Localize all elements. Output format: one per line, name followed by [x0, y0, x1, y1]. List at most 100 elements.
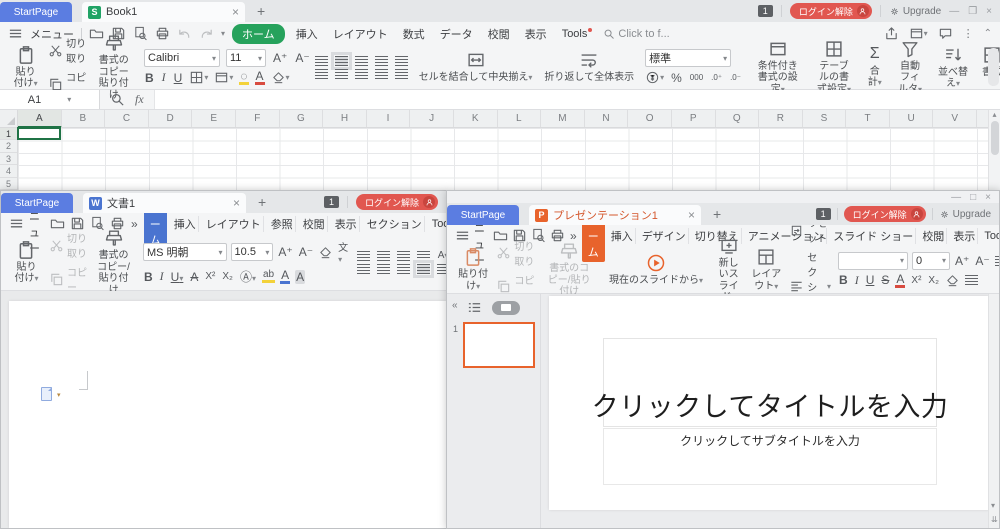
chevron-down-icon[interactable]: ▾ — [57, 391, 61, 399]
paste-button[interactable]: 貼り付け▾ — [454, 247, 492, 292]
increase-font-icon[interactable]: A⁺ — [954, 254, 970, 268]
font-size-select[interactable]: 11▾ — [226, 49, 266, 67]
font-family-select[interactable]: ▾ — [838, 252, 908, 270]
collapse-ribbon-icon[interactable]: ⌃ — [984, 28, 992, 39]
align-bottom-icon[interactable] — [355, 56, 368, 66]
pres-close-button[interactable]: × — [985, 192, 991, 203]
column-header[interactable]: Q — [716, 110, 760, 128]
pres-document-tab[interactable]: P プレゼンテーション1 × — [529, 205, 701, 225]
align-center-icon[interactable] — [377, 264, 390, 274]
writer-document-area[interactable]: ▾ — [1, 291, 446, 528]
chevron-down-icon[interactable]: ▾ — [221, 29, 225, 38]
increase-font-icon[interactable]: A⁺ — [272, 51, 288, 65]
font-family-select[interactable]: MS 明朝▾ — [143, 243, 227, 261]
pres-tab-view[interactable]: 表示 — [951, 228, 978, 244]
save-icon[interactable] — [70, 216, 85, 231]
borders-icon[interactable]: ▾ — [189, 70, 208, 85]
next-slide-icon[interactable]: ⇊ — [991, 515, 998, 524]
font-size-select[interactable]: 0▾ — [912, 252, 950, 270]
column-header[interactable]: L — [498, 110, 542, 128]
column-header[interactable]: I — [367, 110, 411, 128]
sheet-restore-button[interactable]: ❐ — [968, 6, 977, 17]
decrease-decimal-icon[interactable]: .0⁻ — [729, 73, 742, 82]
distribute-icon[interactable] — [395, 69, 408, 79]
pres-tab-slideshow[interactable]: スライド ショー — [831, 228, 916, 244]
pres-tab-insert[interactable]: 挿入 — [609, 228, 636, 244]
column-header[interactable]: G — [280, 110, 324, 128]
print-icon[interactable] — [155, 26, 170, 41]
copy-button[interactable]: コピー — [49, 264, 87, 294]
pres-upgrade-button[interactable]: Upgrade — [939, 209, 991, 220]
paste-button[interactable]: 貼り付け▾ — [7, 45, 44, 90]
pres-minimize-button[interactable]: — — [951, 192, 961, 203]
sheet-tab-close-icon[interactable]: × — [232, 5, 239, 19]
decrease-font-icon[interactable]: A⁻ — [974, 254, 990, 268]
row-header[interactable]: 3 — [0, 153, 17, 165]
bold-icon[interactable]: B — [144, 71, 155, 85]
sheet-document-tab[interactable]: S Book1 × — [82, 2, 245, 22]
underline-icon[interactable]: U▾ — [170, 270, 185, 284]
font-color-icon[interactable]: A — [280, 269, 290, 284]
writer-tab-references[interactable]: 参照 — [269, 216, 296, 232]
find-icon[interactable] — [110, 92, 125, 107]
column-header[interactable]: N — [585, 110, 629, 128]
undo-icon[interactable] — [177, 26, 192, 41]
increase-font-icon[interactable]: A⁺ — [277, 245, 293, 259]
comment-icon[interactable] — [938, 26, 953, 41]
pres-tab-close-icon[interactable]: × — [688, 208, 695, 222]
writer-tab-section[interactable]: セクション — [365, 216, 425, 232]
layout-button[interactable]: レイアウト▾ — [747, 247, 785, 292]
clear-format-icon[interactable] — [945, 273, 960, 288]
percent-icon[interactable]: % — [670, 71, 683, 85]
column-header[interactable]: W — [977, 110, 988, 128]
collapse-panel-icon[interactable]: « — [452, 300, 458, 311]
column-header[interactable]: P — [672, 110, 716, 128]
sheet-tab-layout[interactable]: レイアウト — [329, 26, 392, 42]
clear-format-icon[interactable] — [318, 245, 333, 260]
column-header[interactable]: E — [192, 110, 236, 128]
outline-view-icon[interactable] — [467, 300, 482, 315]
bold-icon[interactable]: B — [143, 270, 154, 284]
align-right-icon[interactable] — [397, 264, 410, 274]
pres-doc-count-badge[interactable]: 1 — [816, 208, 831, 220]
column-header[interactable]: O — [628, 110, 672, 128]
bullet-list-icon[interactable] — [357, 251, 370, 261]
writer-tab-tools[interactable]: Tools — [430, 218, 447, 230]
column-header[interactable]: A — [18, 110, 62, 128]
subscript-icon[interactable]: X₂ — [927, 275, 940, 286]
column-header[interactable]: T — [846, 110, 890, 128]
column-header[interactable]: H — [323, 110, 367, 128]
writer-tab-close-icon[interactable]: × — [233, 196, 240, 210]
slide-edit-area[interactable]: クリックしてタイトルを入力 クリックしてサブタイトルを入力 ▾ ⇊ — [541, 294, 999, 528]
slide-canvas[interactable]: クリックしてタイトルを入力 クリックしてサブタイトルを入力 — [549, 296, 989, 510]
bold-icon[interactable]: B — [838, 273, 849, 287]
align-top-icon[interactable] — [315, 56, 328, 66]
cell-style-icon[interactable]: ▾ — [214, 70, 233, 85]
comma-style-icon[interactable]: 000 — [689, 73, 704, 82]
justify-icon[interactable] — [375, 69, 388, 79]
row-header[interactable]: 1 — [0, 128, 17, 140]
writer-tab-layout[interactable]: レイアウト — [204, 216, 264, 232]
font-color-icon[interactable]: A — [255, 70, 265, 85]
writer-tab-view[interactable]: 表示 — [333, 216, 360, 232]
title-placeholder[interactable]: クリックしてタイトルを入力 — [603, 338, 937, 427]
increase-indent-icon[interactable] — [395, 56, 408, 66]
sheet-tab-insert[interactable]: 挿入 — [292, 26, 322, 42]
strikethrough-icon[interactable]: A — [189, 270, 199, 284]
text-effects-icon[interactable]: Ⓐ▾ — [239, 268, 257, 285]
format-painter-button[interactable]: 書式のコピー/貼り付け — [540, 241, 598, 298]
column-header[interactable]: D — [149, 110, 193, 128]
character-shading-icon[interactable]: A — [295, 270, 305, 284]
column-header[interactable]: B — [62, 110, 106, 128]
insert-function-button[interactable]: fx — [135, 92, 144, 107]
active-cell-selection[interactable] — [17, 127, 61, 140]
sheet-close-button[interactable]: × — [986, 6, 992, 17]
column-header[interactable]: U — [890, 110, 934, 128]
decrease-indent-icon[interactable] — [375, 56, 388, 66]
italic-icon[interactable]: I — [161, 70, 167, 85]
pres-logout-button[interactable]: ログイン解除 — [844, 206, 926, 222]
slide-thumbnail[interactable] — [463, 322, 535, 368]
font-color-icon[interactable]: A — [895, 273, 905, 288]
column-header[interactable]: S — [803, 110, 847, 128]
decrease-indent-icon[interactable] — [397, 251, 410, 261]
